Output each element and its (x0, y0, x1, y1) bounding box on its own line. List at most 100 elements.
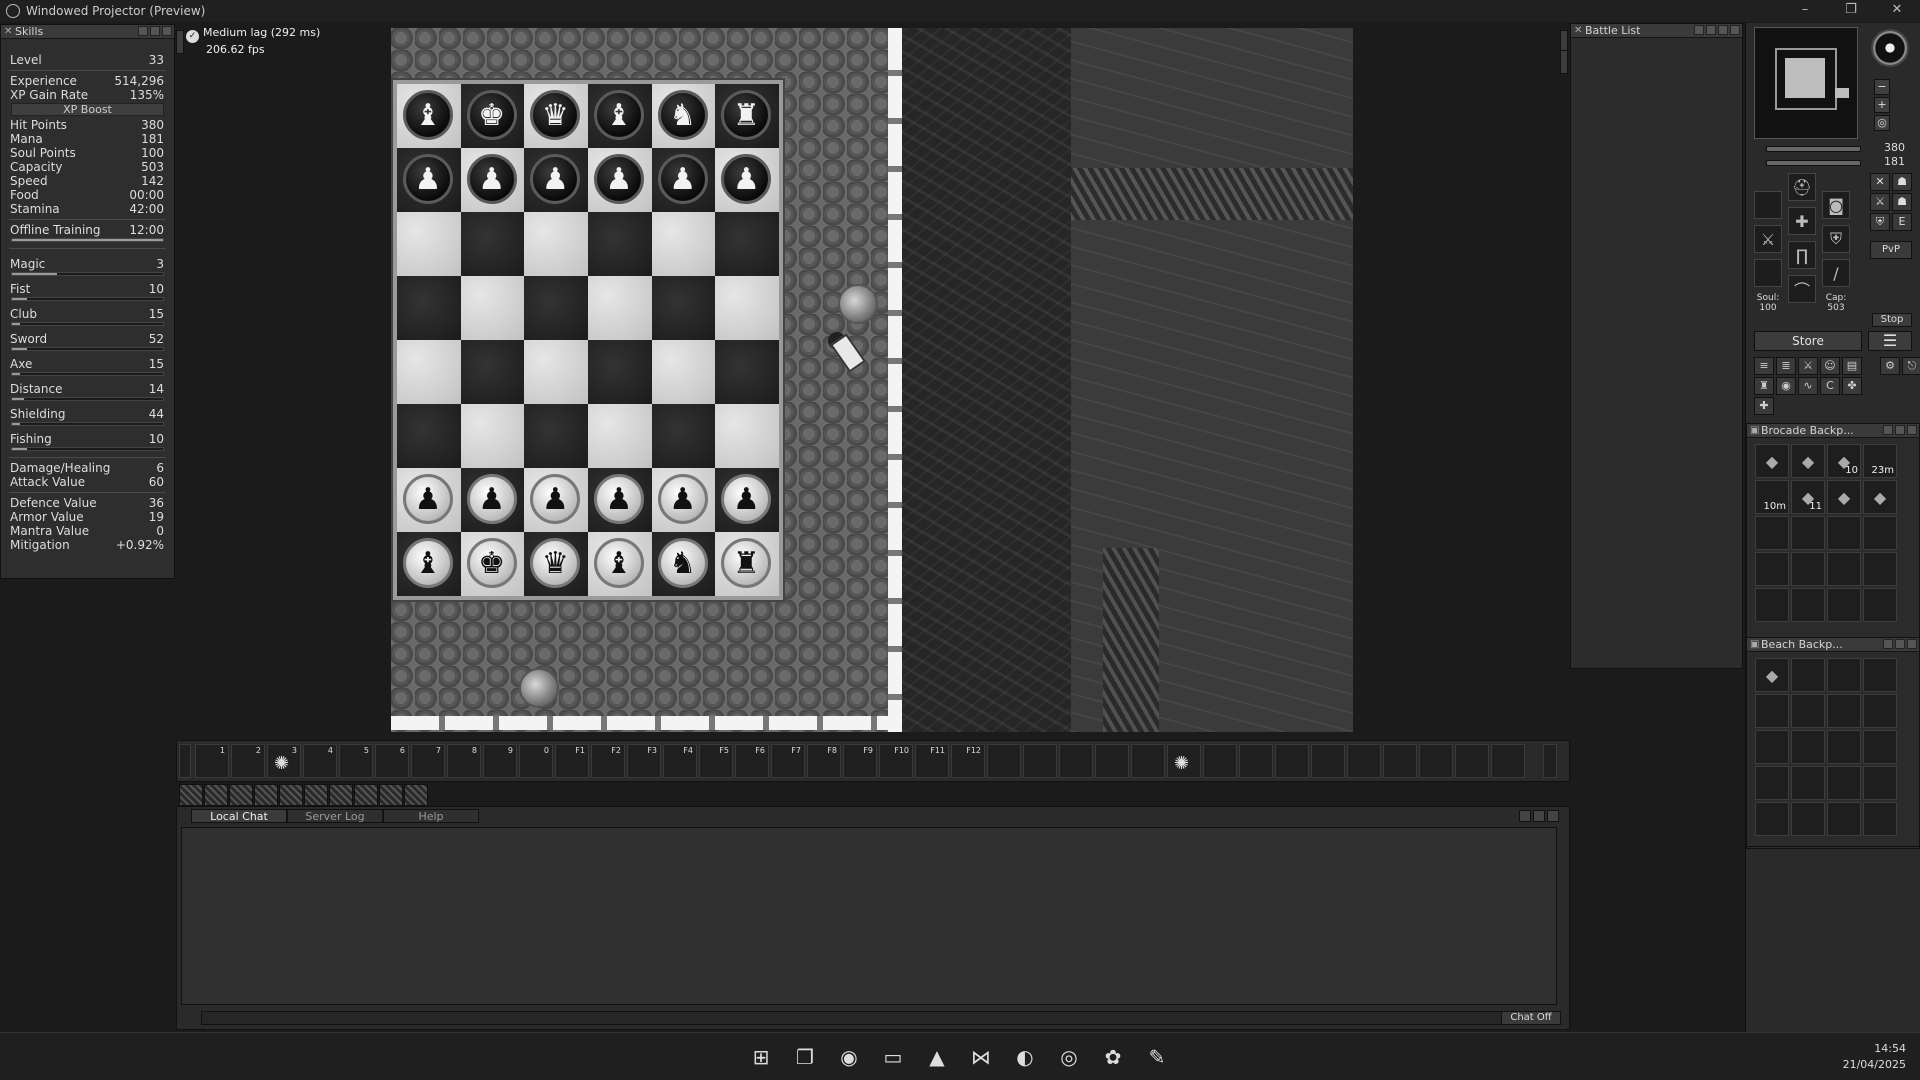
hotbar-scroll-left[interactable] (179, 744, 191, 778)
hotkey-slot[interactable] (1311, 744, 1345, 778)
black-pawn-piece[interactable]: ♟ (530, 154, 581, 204)
hotkey-slot[interactable] (1347, 744, 1381, 778)
black-king-piece[interactable]: ♚ (466, 90, 517, 140)
black-pawn-piece[interactable]: ♟ (466, 154, 517, 204)
minimize-button[interactable]: – (1782, 0, 1828, 22)
panel-minimize-button[interactable] (1895, 425, 1905, 435)
hotkey-slot[interactable] (1275, 744, 1309, 778)
board-square[interactable] (524, 212, 588, 276)
hotkey-slot[interactable]: F9 (843, 744, 877, 778)
hotkey-slot[interactable]: F7 (771, 744, 805, 778)
white-queen-piece[interactable]: ♛ (530, 538, 581, 588)
board-square[interactable] (460, 340, 525, 404)
spell-icon[interactable] (229, 784, 253, 806)
bag-slot[interactable] (1827, 802, 1861, 836)
spell-icon[interactable] (204, 784, 228, 806)
panel-minimize-button[interactable] (1895, 639, 1905, 649)
chat-window-icon[interactable] (1519, 810, 1531, 822)
white-pawn-piece[interactable]: ♟ (530, 474, 581, 524)
hotkey-slot[interactable] (1095, 744, 1129, 778)
chat-off-button[interactable]: Chat Off (1501, 1011, 1561, 1025)
board-square[interactable]: ♟ (715, 148, 779, 212)
hotkey-slot[interactable] (1203, 744, 1237, 778)
panel-config-button[interactable] (1694, 25, 1704, 35)
weapon-slot[interactable]: ⚔ (1754, 225, 1782, 253)
white-rook-piece[interactable]: ♜ (721, 538, 772, 588)
black-pawn-piece[interactable]: ♟ (721, 154, 772, 204)
board-square[interactable]: ♟ (651, 468, 716, 532)
bag-slot[interactable] (1863, 766, 1897, 800)
options-icon[interactable]: ≡ (1754, 357, 1774, 375)
hotkey-slot[interactable]: 0 (519, 744, 553, 778)
board-square[interactable]: ♞ (651, 532, 716, 596)
hotkey-slot[interactable]: F2 (591, 744, 625, 778)
hotkey-slot[interactable] (1239, 744, 1273, 778)
panel-config-button[interactable] (138, 26, 148, 36)
board-square[interactable]: ♟ (460, 148, 525, 212)
channel-icon[interactable] (1547, 810, 1559, 822)
board-square[interactable] (715, 212, 779, 276)
hotkey-slot[interactable]: F1 (555, 744, 589, 778)
helmet-slot[interactable]: ⛑ (1788, 173, 1816, 201)
close-button[interactable]: ✕ (1874, 0, 1920, 22)
spell-icon[interactable] (404, 784, 428, 806)
amulet-slot[interactable] (1754, 191, 1782, 219)
bag-slot[interactable] (1827, 694, 1861, 728)
bag-slot[interactable] (1755, 802, 1789, 836)
bag-slot[interactable]: 10m (1755, 480, 1789, 514)
cyclopedia-icon[interactable]: C (1820, 377, 1840, 395)
bag-slot[interactable] (1791, 516, 1825, 550)
bag-slot[interactable] (1827, 658, 1861, 692)
panel-filter-button[interactable] (1706, 25, 1716, 35)
board-square[interactable]: ♝ (588, 532, 652, 596)
board-square[interactable] (524, 404, 588, 468)
ammo-slot[interactable]: / (1822, 259, 1850, 287)
black-bishop-piece[interactable]: ♝ (594, 90, 644, 140)
white-knight-piece[interactable]: ♞ (657, 538, 708, 588)
hotkey-slot[interactable] (1023, 744, 1057, 778)
bag-slot[interactable] (1827, 552, 1861, 586)
boots-slot[interactable]: ⌒ (1788, 275, 1816, 303)
panel-close-button[interactable] (1907, 639, 1917, 649)
board-square[interactable] (460, 404, 525, 468)
stand-icon[interactable]: ☗ (1892, 173, 1912, 191)
white-pawn-piece[interactable]: ♟ (721, 474, 772, 524)
board-square[interactable]: ♟ (524, 468, 588, 532)
player-character[interactable] (828, 328, 874, 388)
paint-icon[interactable]: ✎ (1142, 1043, 1172, 1071)
hotbar-scroll-right[interactable] (1543, 744, 1557, 778)
board-square[interactable] (397, 340, 461, 404)
bag-slot[interactable] (1791, 588, 1825, 622)
bag-slot[interactable] (1791, 802, 1825, 836)
bag-slot[interactable]: 23m (1863, 444, 1897, 478)
board-square[interactable] (715, 276, 779, 340)
hotkey-slot[interactable]: 4 (303, 744, 337, 778)
prey-icon[interactable]: ✤ (1842, 377, 1862, 395)
game-viewport[interactable]: ♝ ♚ ♛ ♝ ♞ ♜ ♟ ♟ ♟ ♟ ♟ ♟ ♟ ♟ ♟ ♟ ♟ ♟ ♝ ♚ ♛ ♝ ♞ ♜ (391, 28, 1353, 732)
file-explorer-icon[interactable]: ▭ (878, 1043, 908, 1071)
board-square[interactable]: ♝ (588, 84, 652, 148)
defensive-icon[interactable]: ⛨ (1870, 213, 1890, 231)
board-square[interactable] (651, 276, 716, 340)
board-square[interactable]: ♛ (524, 532, 588, 596)
white-pawn-piece[interactable]: ♟ (594, 474, 644, 524)
logout-icon[interactable]: ⎋ (1902, 357, 1920, 375)
stop-button[interactable]: Stop (1872, 313, 1912, 327)
white-pawn-piece[interactable]: ♟ (466, 474, 517, 524)
settings-icon[interactable]: ⚙ (1880, 357, 1900, 375)
board-square[interactable] (588, 404, 652, 468)
white-bishop-piece[interactable]: ♝ (594, 538, 644, 588)
board-square[interactable]: ♟ (460, 468, 525, 532)
expert-mode-icon[interactable]: E (1892, 213, 1912, 231)
board-square[interactable] (397, 404, 461, 468)
spell-icon[interactable] (329, 784, 353, 806)
spell-icon[interactable] (254, 784, 278, 806)
chat-messages[interactable] (181, 827, 1557, 1005)
skills-icon[interactable]: ≣ (1776, 357, 1796, 375)
chat-tab[interactable]: Local Chat (191, 809, 287, 823)
board-square[interactable] (715, 340, 779, 404)
bag-slot[interactable] (1863, 588, 1897, 622)
hotkey-slot[interactable]: F10 (879, 744, 913, 778)
panel-close-button[interactable] (162, 26, 172, 36)
chat-tab[interactable]: Help (383, 809, 479, 823)
